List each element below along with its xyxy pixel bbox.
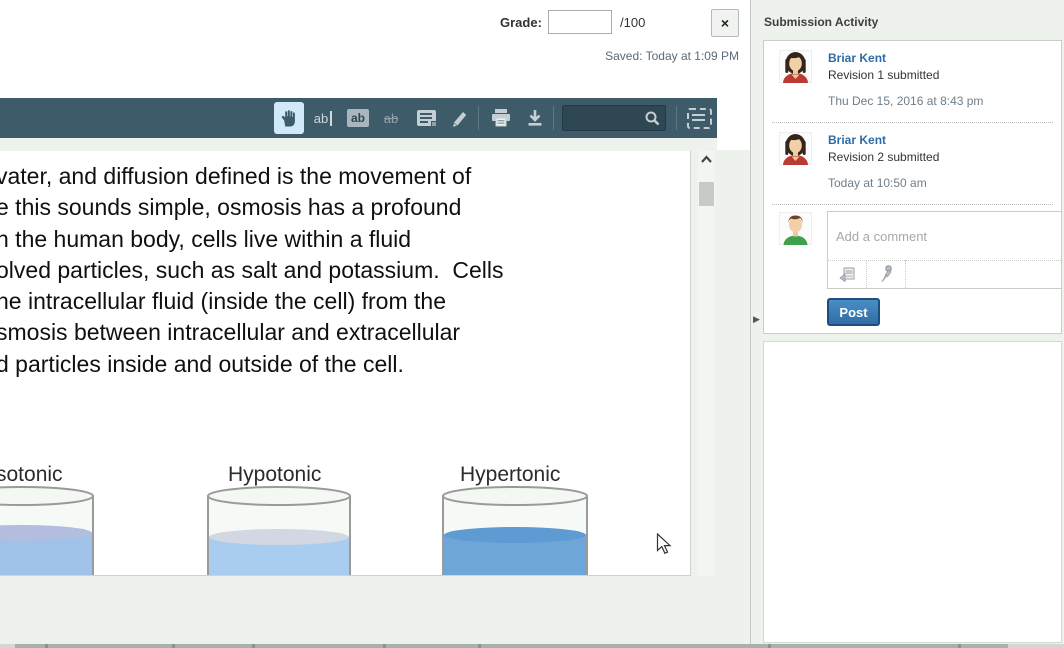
insert-media-icon: [839, 267, 856, 282]
document-search: [562, 105, 666, 131]
grade-header: Grade: /100 × Saved: Today at 1:09 PM: [0, 0, 750, 98]
comment-box: [827, 211, 1062, 289]
comment-input[interactable]: [828, 212, 1061, 260]
download-icon: [526, 109, 544, 127]
divider: [772, 122, 1053, 123]
comment-tools: [828, 260, 1061, 288]
doc-line: e this sounds simple, osmosis has a prof…: [0, 192, 504, 223]
note-icon: [417, 110, 436, 126]
grade-label: Grade:: [500, 15, 542, 30]
close-icon: ×: [721, 15, 729, 31]
event-action: Revision 2 submitted: [828, 150, 939, 164]
empty-panel-section: [763, 341, 1062, 643]
beaker-hypotonic: [205, 485, 353, 576]
doc-line: d particles inside and outside of the ce…: [0, 349, 504, 380]
event-user-link[interactable]: Briar Kent: [828, 51, 886, 65]
download-button[interactable]: [520, 102, 550, 134]
highlight-annotation-icon: ab: [347, 109, 369, 127]
event-timestamp: Today at 10:50 am: [828, 176, 927, 190]
chevron-up-icon: [699, 153, 714, 165]
draw-tool-button[interactable]: [445, 102, 475, 134]
hand-tool-button[interactable]: [274, 102, 304, 134]
microphone-icon: [879, 265, 894, 283]
divider: [772, 204, 1053, 205]
panel-title: Submission Activity: [764, 15, 878, 29]
grade-max-label: /100: [620, 15, 645, 30]
header-patch: [717, 98, 750, 150]
event-user-link[interactable]: Briar Kent: [828, 133, 886, 147]
search-input[interactable]: [566, 108, 644, 128]
toolbar-separator: [478, 106, 479, 130]
submission-activity-panel: ▶ Submission Activity Briar Kent Revisio…: [750, 0, 1064, 648]
toolbar-separator: [676, 106, 677, 130]
text-annotation-button[interactable]: ab: [308, 102, 338, 134]
main-area: Grade: /100 × Saved: Today at 1:09 PM ab…: [0, 0, 750, 648]
bottom-bar: [15, 644, 1008, 648]
doc-line: olved particles, such as salt and potass…: [0, 255, 504, 286]
doc-line: vater, and diffusion defined is the move…: [0, 161, 504, 192]
comment-input-wrap: [828, 212, 1061, 261]
document-toolbar: ab ab ab: [0, 98, 717, 138]
beaker-hypertonic: [440, 485, 590, 576]
avatar-female: [779, 50, 812, 83]
event-timestamp: Thu Dec 15, 2016 at 8:43 pm: [828, 94, 983, 108]
post-button[interactable]: Post: [827, 298, 880, 326]
strikeout-annotation-icon: ab: [384, 111, 398, 126]
doc-line: smosis between intracellular and extrace…: [0, 317, 504, 348]
activity-box: Briar Kent Revision 1 submitted Thu Dec …: [763, 40, 1062, 334]
doc-line: he intracellular fluid (inside the cell)…: [0, 286, 504, 317]
scrollbar-thumb[interactable]: [699, 182, 714, 206]
event-action: Revision 1 submitted: [828, 68, 939, 82]
strikeout-annotation-button[interactable]: ab: [376, 102, 406, 134]
scroll-up-button[interactable]: [698, 151, 715, 167]
document-page[interactable]: vater, and diffusion defined is the move…: [0, 151, 691, 576]
bottom-edge-strip: [0, 644, 1064, 648]
collapse-panel-arrow-icon[interactable]: ▶: [753, 314, 760, 325]
hand-icon: [279, 108, 299, 128]
search-icon[interactable]: [644, 110, 661, 127]
highlight-annotation-button[interactable]: ab: [343, 102, 373, 134]
pen-icon: [450, 108, 470, 128]
text-annotation-icon: ab: [314, 111, 332, 126]
avatar-male: [779, 212, 812, 245]
page-thumbnails-button[interactable]: [683, 102, 715, 134]
grade-input[interactable]: [548, 10, 612, 34]
note-annotation-button[interactable]: [411, 102, 441, 134]
print-button[interactable]: [486, 102, 516, 134]
toolbar-separator: [553, 106, 554, 130]
doc-line: n the human body, cells live within a fl…: [0, 224, 504, 255]
document-scrollbar[interactable]: [698, 151, 715, 576]
page-thumbnails-icon: [687, 108, 712, 129]
avatar-female: [779, 132, 812, 165]
print-icon: [491, 109, 511, 127]
comment-tools-spacer: [906, 260, 1061, 288]
insert-media-button[interactable]: [828, 260, 867, 288]
saved-status: Saved: Today at 1:09 PM: [605, 49, 739, 63]
beaker-isotonic: [0, 485, 96, 576]
close-button[interactable]: ×: [711, 9, 739, 37]
record-audio-button[interactable]: [867, 260, 906, 288]
document-text: vater, and diffusion defined is the move…: [0, 161, 504, 380]
